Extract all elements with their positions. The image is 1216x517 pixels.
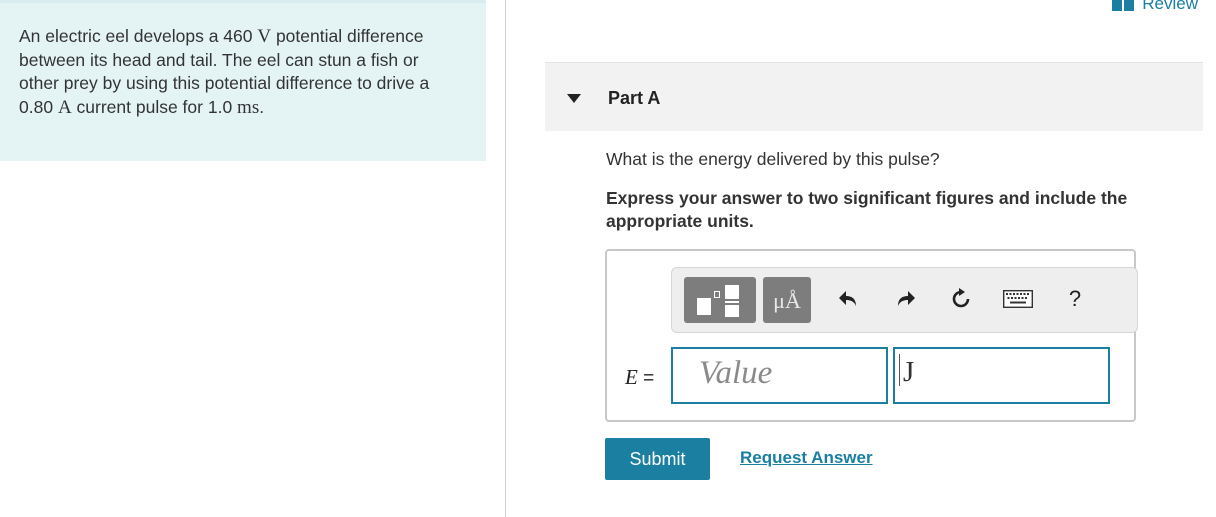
math-toolbar: μÅ ? [671,267,1138,333]
reset-button[interactable] [948,286,974,312]
redo-icon [898,291,915,306]
unit-volts: V [257,26,272,47]
unit-input[interactable]: J [893,347,1110,404]
text-cursor [899,354,900,386]
units-button[interactable]: μÅ [763,277,811,323]
value-input[interactable]: Value [671,347,888,404]
answer-box: μÅ ? E = Value J [605,249,1138,422]
units-icon: μÅ [773,288,801,313]
problem-text: An electric eel develops a 460 V potenti… [19,25,459,119]
review-label: Review [1142,0,1198,13]
collapse-caret-icon[interactable] [567,94,581,103]
variable-label: E = [625,365,654,390]
request-answer-link[interactable]: Request Answer [740,448,873,468]
templates-button[interactable] [684,277,756,323]
keyboard-icon [1003,290,1033,308]
unit-amps: A [57,96,72,118]
review-link[interactable]: Review [1112,0,1198,14]
problem-text-part: current pulse for 1.0 [71,96,238,117]
undo-icon [839,291,856,306]
unit-milliseconds: ms [237,96,260,118]
reset-icon [952,288,970,308]
submit-button[interactable]: Submit [605,438,710,480]
variable-symbol: E [625,365,638,389]
problem-text-part: . [259,96,265,117]
unit-value: J [903,356,915,388]
undo-button[interactable] [836,286,862,312]
part-title: Part A [608,88,661,108]
equals-sign: = [637,368,655,389]
question-text: What is the energy delivered by this pul… [606,149,940,169]
part-header[interactable]: Part A [545,62,1203,131]
redo-button[interactable] [892,286,918,312]
panel-divider [505,0,506,517]
keyboard-button[interactable] [1002,286,1034,312]
problem-text-part: An electric eel develops a 460 [19,26,258,46]
problem-panel: An electric eel develops a 460 V potenti… [0,0,486,161]
help-icon[interactable]: ? [1062,286,1088,312]
instruction-text: Express your answer to two significant f… [606,188,1128,231]
book-icon [1112,0,1135,11]
